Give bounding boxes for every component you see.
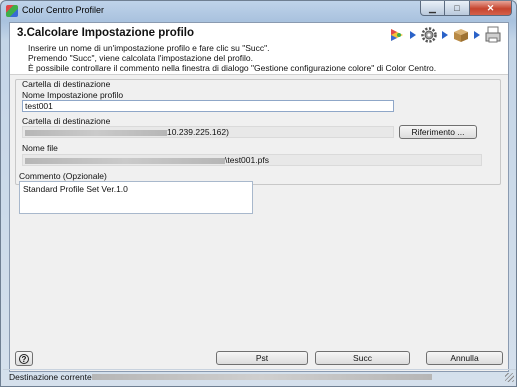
help-icon: ? — [19, 353, 29, 364]
maximize-icon: □ — [454, 3, 460, 13]
app-icon — [6, 5, 18, 17]
status-bar: Destinazione corrente — [3, 369, 516, 385]
file-name-field: \test001.pfs — [22, 154, 482, 166]
arrow-right-icon — [474, 31, 480, 39]
destination-folder-value: 10.239.225.162) — [167, 127, 229, 137]
instructions: Inserire un nome di un'impostazione prof… — [28, 43, 437, 73]
previous-button[interactable]: Pst — [216, 351, 308, 365]
maximize-button[interactable]: □ — [445, 1, 470, 16]
next-button[interactable]: Succ — [315, 351, 410, 365]
cancel-button[interactable]: Annulla — [426, 351, 503, 365]
window-controls: ▁ □ ✕ — [420, 1, 512, 17]
profile-name-label: Nome Impostazione profilo — [22, 90, 124, 100]
destination-group: Cartella di destinazione Nome Impostazio… — [15, 79, 501, 185]
redacted-path — [92, 374, 432, 380]
destination-folder-label: Cartella di destinazione — [22, 116, 111, 126]
comment-label: Commento (Opzionale) — [19, 171, 107, 181]
profile-name-value: test001 — [25, 101, 53, 111]
comment-textarea[interactable]: Standard Profile Set Ver.1.0 — [19, 181, 253, 214]
close-icon: ✕ — [486, 2, 495, 13]
status-label: Destinazione corrente — [9, 372, 92, 382]
printer-icon — [484, 26, 502, 44]
window-frame: Color Centro Profiler ▁ □ ✕ 3.Calcolare … — [0, 0, 517, 387]
wizard-steps — [388, 26, 502, 44]
file-name-value: \test001.pfs — [225, 155, 269, 165]
redacted-path — [25, 129, 167, 136]
browse-button[interactable]: Riferimento ... — [399, 125, 477, 139]
window-title: Color Centro Profiler — [22, 5, 105, 15]
minimize-button[interactable]: ▁ — [420, 1, 445, 16]
step-header: 3.Calcolare Impostazione profilo Inserir… — [10, 23, 508, 75]
arrow-right-icon — [442, 31, 448, 39]
package-icon — [452, 26, 470, 44]
color-profile-icon — [388, 26, 406, 44]
profile-name-input[interactable]: test001 — [22, 100, 394, 112]
comment-value: Standard Profile Set Ver.1.0 — [23, 184, 128, 194]
help-button[interactable]: ? — [15, 351, 33, 366]
minimize-icon: ▁ — [429, 2, 436, 13]
dialog-client-area: 3.Calcolare Impostazione profilo Inserir… — [9, 22, 509, 372]
close-button[interactable]: ✕ — [470, 1, 512, 16]
resize-grip-icon[interactable] — [505, 373, 514, 382]
arrow-right-icon — [410, 31, 416, 39]
destination-folder-field: 10.239.225.162) — [22, 126, 394, 138]
file-name-label: Nome file — [22, 143, 58, 153]
instruction-line: È possibile controllare il commento nell… — [28, 62, 437, 73]
page-title: 3.Calcolare Impostazione profilo — [17, 27, 195, 39]
title-bar[interactable]: Color Centro Profiler ▁ □ ✕ — [1, 1, 517, 21]
destination-group-label: Cartella di destinazione — [22, 79, 111, 89]
gear-icon — [420, 26, 438, 44]
redacted-path — [25, 157, 225, 164]
